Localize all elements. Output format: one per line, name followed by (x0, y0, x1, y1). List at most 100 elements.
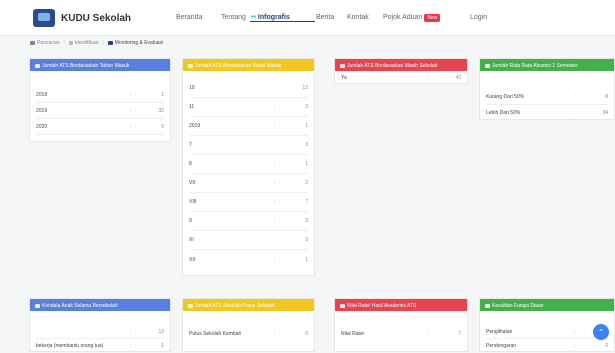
top-navbar: KUDU Sekolah Beranda Tentang •• Infografi… (0, 0, 615, 36)
row-label: XII (189, 256, 196, 263)
row-label: 2018 (36, 91, 48, 98)
subnav-pencarian[interactable]: Pencarian (37, 40, 60, 46)
table-row: Nilai Rata²: 7 (341, 327, 461, 341)
nav-infografis-label: Infografis (257, 14, 290, 21)
row-separator: : (274, 85, 276, 91)
card-header: Kesulitan Fungsi Dasar (480, 299, 614, 311)
row-value: 32 (158, 107, 164, 114)
row-value: 34 (602, 110, 608, 116)
main-nav: Beranda Tentang •• Infografis Berita Kont… (0, 14, 615, 26)
row-label: bekerja (membantu orang tua) (36, 343, 104, 349)
card-header-icon (485, 303, 490, 308)
card-kesulitan-fungsi: Kesulitan Fungsi Dasar Penglihatan: Pend… (479, 298, 615, 352)
row-separator: : (130, 123, 132, 130)
row-separator: : (274, 331, 276, 337)
row-separator: : (130, 343, 132, 349)
table-row: 7: 3 (189, 136, 308, 155)
chevron-up-icon: ⌃ (597, 327, 605, 337)
row-value: 1 (161, 91, 164, 98)
row-value: 3 (305, 237, 308, 243)
card-ats-kelas-masuk: Jumlah ATS Berdasarkan Kelas Masuk 10:13… (182, 58, 315, 276)
row-label: 11 (189, 104, 195, 110)
active-indicator-icon: •• (251, 14, 256, 21)
table-row: XII: 1 (189, 250, 308, 269)
row-separator: : (130, 107, 132, 114)
row-label: 8 (189, 161, 192, 167)
row-separator: : (274, 237, 276, 243)
card-ats-tahun-masuk: Jumlah ATS Berdasarkan Tahun Masuk 2018:… (29, 58, 171, 142)
table-row: Lebih Dari 50%: 34 (486, 105, 608, 121)
row-label: Nilai Rata² (341, 331, 365, 337)
table-row: VII: 2 (189, 174, 308, 193)
table-row: : 13 (36, 325, 164, 339)
card-header: Jumlah ATS Sekolah Putus Sekolah (183, 299, 314, 311)
row-label: Penglihatan (486, 328, 513, 335)
table-row: 2018: 1 (36, 87, 164, 103)
card-title: Jumlah ATS Berdasarkan Masih Sekolah (347, 63, 438, 69)
row-label: XI (189, 237, 194, 243)
row-separator: : (130, 328, 132, 335)
row-separator: : (427, 331, 429, 337)
card-title: Kendala Anak Selama Bersekolah (42, 303, 118, 309)
table-row: Penglihatan: (486, 325, 608, 339)
card-header: Jumlah Rata Rata Absensi 1 Semester (480, 59, 614, 71)
nav-berita[interactable]: Berita (316, 14, 334, 21)
nav-active-underline (250, 21, 315, 22)
row-label: Lebih Dari 50% (486, 110, 521, 116)
row-label: 7 (189, 142, 192, 148)
row-separator: : (274, 218, 276, 224)
row-separator: : (274, 104, 276, 110)
subnav-identifikasi[interactable]: Identifikasi (75, 40, 99, 46)
row-value: 3 (305, 218, 308, 224)
card-title: Jumlah Rata Rata Absensi 1 Semester (492, 63, 578, 69)
row-separator: : (274, 123, 276, 129)
card-header-icon (35, 303, 40, 308)
row-label: Ya (341, 75, 347, 81)
table-row: 11: 3 (189, 98, 308, 117)
nav-login[interactable]: Login (470, 14, 487, 21)
row-separator: : (274, 199, 276, 205)
row-label: Pendengaran (486, 343, 517, 349)
card-header: Jumlah ATS Berdasarkan Masih Sekolah (335, 59, 467, 71)
monitoring-icon (107, 41, 113, 45)
row-value: 7 (458, 331, 461, 337)
row-separator: : (574, 343, 576, 349)
row-label: 10 (189, 85, 195, 91)
nav-pojok-aduan[interactable]: Pojok Aduan New (383, 14, 441, 22)
card-header-icon (188, 303, 193, 308)
new-badge: New (424, 14, 441, 22)
card-header-icon (188, 63, 193, 68)
scroll-top-button[interactable]: ⌃ (593, 324, 609, 340)
card-title: Nilai Rata² Hasil Akademis ATS (347, 303, 417, 309)
subnav-separator: | (63, 40, 65, 46)
table-row: 2020: 5 (36, 119, 164, 135)
nav-pojok-aduan-label: Pojok Aduan (383, 14, 423, 21)
nav-beranda[interactable]: Beranda (176, 14, 202, 21)
table-row: 8: 1 (189, 155, 308, 174)
card-header: Jumlah ATS Berdasarkan Kelas Masuk (183, 59, 314, 71)
card-header-icon (340, 63, 345, 68)
row-separator: : (130, 91, 132, 98)
card-header-icon (340, 303, 345, 308)
nav-infografis[interactable]: •• Infografis (250, 14, 315, 22)
table-row: bekerja (membantu orang tua): 1 (36, 339, 164, 353)
card-header-icon (35, 63, 40, 68)
row-label: VIII (189, 199, 197, 205)
card-title: Jumlah ATS Berdasarkan Tahun Masuk (42, 63, 130, 69)
row-separator: : (274, 180, 276, 186)
card-kendala-anak: Kendala Anak Selama Bersekolah : 13 beker… (29, 298, 171, 352)
subnav-monitoring[interactable]: Monitoring & Evaluasi (115, 40, 163, 46)
table-row: Kurang Dari 50%: 8 (486, 89, 608, 105)
card-ats-masih-sekolah: Jumlah ATS Berdasarkan Masih Sekolah Ya:… (334, 58, 468, 84)
card-nilai-akademis: Nilai Rata² Hasil Akademis ATS Nilai Rat… (334, 298, 468, 352)
card-ats-putus-sekolah: Jumlah ATS Sekolah Putus Sekolah Putus S… (182, 298, 315, 352)
nav-kontak[interactable]: Kontak (347, 14, 369, 21)
row-value: 2 (305, 180, 308, 186)
row-value: 1 (161, 343, 164, 349)
table-row: 2019: 32 (36, 103, 164, 119)
sub-nav: Pencarian | Identifikasi | Monitoring & … (30, 38, 163, 48)
row-separator: : (574, 110, 576, 116)
table-row: XI: 3 (189, 231, 308, 250)
row-value: 5 (161, 123, 164, 130)
nav-tentang[interactable]: Tentang (221, 14, 246, 21)
